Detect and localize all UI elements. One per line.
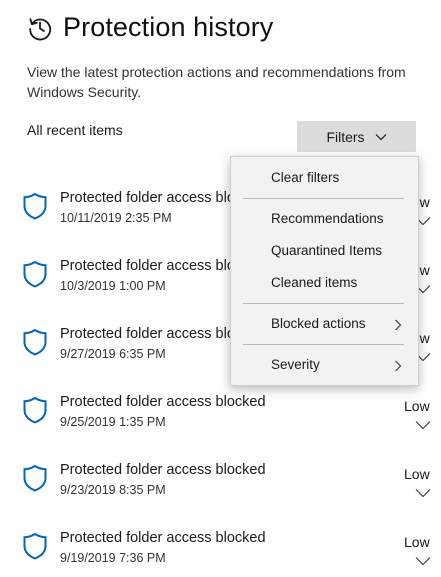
menu-item-label: Recommendations [271, 211, 384, 226]
expand-chevron-icon[interactable] [415, 420, 431, 430]
menu-separator [243, 303, 404, 304]
item-date: 9/19/2019 7:36 PM [60, 551, 166, 565]
menu-item-blocked-actions[interactable]: Blocked actions [231, 310, 418, 340]
shield-icon [23, 260, 47, 288]
menu-item-label: Clear filters [271, 170, 340, 185]
history-icon [29, 17, 52, 40]
item-date: 10/3/2019 1:00 PM [60, 279, 166, 293]
shield-icon [23, 328, 47, 356]
item-date: 9/23/2019 8:35 PM [60, 483, 166, 497]
item-title: Protected folder access blocked [60, 462, 266, 478]
chevron-down-icon [375, 133, 386, 140]
menu-item-label: Blocked actions [271, 316, 366, 331]
menu-item-cleaned-items[interactable]: Cleaned items [231, 269, 418, 299]
menu-item-label: Cleaned items [271, 275, 358, 290]
filters-dropdown-menu: Clear filters Recommendations Quarantine… [230, 156, 419, 386]
menu-item-quarantined-items[interactable]: Quarantined Items [231, 237, 418, 267]
item-severity: Low [404, 398, 430, 414]
shield-icon [23, 464, 47, 492]
page-description: View the latest protection actions and r… [27, 64, 406, 100]
page-header: Protection history [27, 12, 273, 43]
menu-item-recommendations[interactable]: Recommendations [231, 205, 418, 235]
item-date: 9/25/2019 1:35 PM [60, 415, 166, 429]
item-severity: Low [404, 534, 430, 550]
menu-item-label: Severity [271, 357, 320, 372]
expand-chevron-icon[interactable] [415, 556, 431, 566]
filters-button[interactable]: Filters [297, 121, 416, 152]
filters-button-label: Filters [326, 128, 365, 145]
menu-separator [243, 344, 404, 345]
item-severity: Low [404, 466, 430, 482]
shield-icon [23, 396, 47, 424]
all-recent-items-label: All recent items [27, 122, 123, 138]
history-item[interactable]: Protected folder access blocked 9/19/201… [0, 520, 441, 577]
item-date: 9/27/2019 6:35 PM [60, 347, 166, 361]
menu-item-clear-filters[interactable]: Clear filters [231, 164, 418, 194]
item-date: 10/11/2019 2:35 PM [60, 211, 172, 225]
page-title: Protection history [63, 12, 274, 42]
item-title: Protected folder access blocked [60, 530, 266, 546]
expand-chevron-icon[interactable] [415, 488, 431, 498]
protection-history-page: Protection history View the latest prote… [0, 0, 441, 577]
chevron-right-icon [395, 360, 402, 372]
chevron-right-icon [395, 319, 402, 331]
history-item[interactable]: Protected folder access blocked 9/23/201… [0, 452, 441, 520]
menu-item-severity[interactable]: Severity [231, 351, 418, 381]
history-item[interactable]: Protected folder access blocked 9/25/201… [0, 384, 441, 452]
menu-separator [243, 198, 404, 199]
item-title: Protected folder access blocked [60, 394, 266, 410]
shield-icon [23, 532, 47, 560]
shield-icon [23, 192, 47, 220]
menu-item-label: Quarantined Items [271, 243, 383, 258]
